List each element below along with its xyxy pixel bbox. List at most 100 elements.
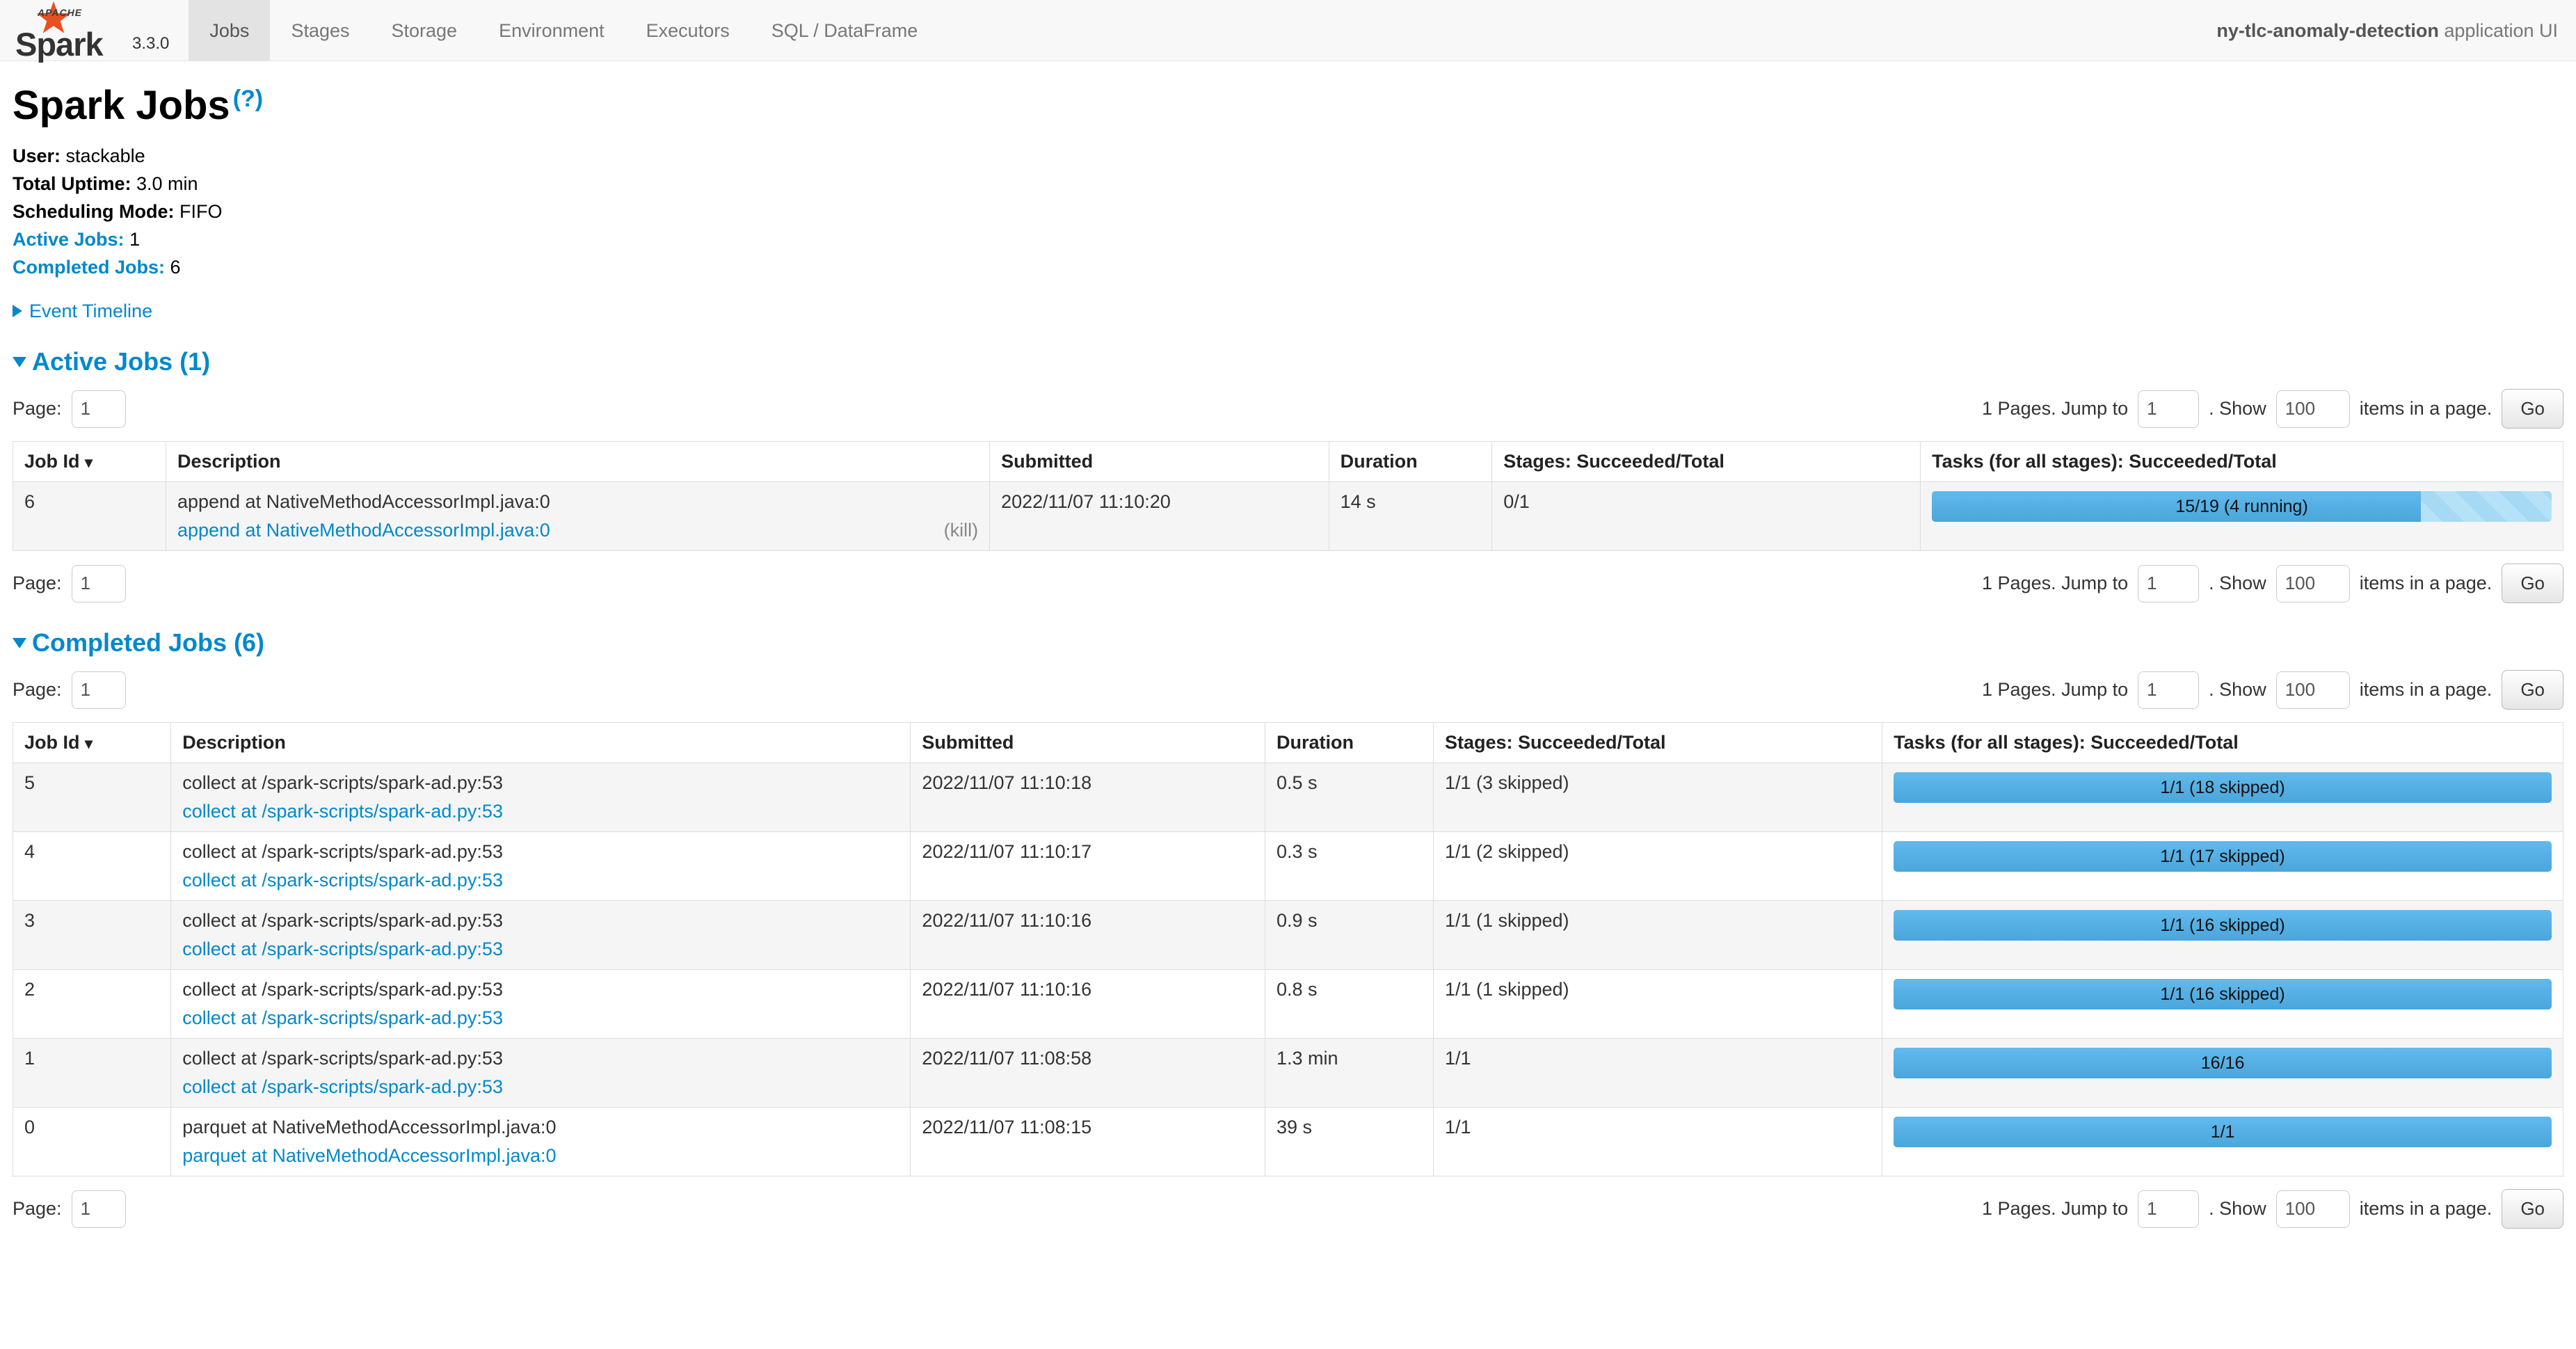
submitted-cell: 2022/11/07 11:08:58 (911, 1039, 1265, 1108)
tasks-progress-bar: 1/1 (18 skipped) (1894, 772, 2552, 803)
go-button[interactable]: Go (2502, 1189, 2563, 1229)
table-row: 6 append at NativeMethodAccessorImpl.jav… (13, 482, 2563, 551)
job-detail-link[interactable]: collect at /spark-scripts/spark-ad.py:53 (182, 1076, 503, 1098)
duration-cell: 0.9 s (1265, 901, 1433, 970)
job-detail-link[interactable]: append at NativeMethodAccessorImpl.java:… (177, 520, 550, 541)
job-detail-link[interactable]: collect at /spark-scripts/spark-ad.py:53 (182, 939, 503, 960)
job-description: collect at /spark-scripts/spark-ad.py:53 (182, 1048, 899, 1069)
tasks-progress-bar: 1/1 (16 skipped) (1894, 910, 2552, 941)
job-id-cell: 5 (13, 763, 171, 832)
tab-environment[interactable]: Environment (478, 0, 625, 61)
page-number-input[interactable] (72, 565, 126, 602)
uptime-value: 3.0 min (136, 173, 198, 194)
jump-to-page-input[interactable] (2138, 671, 2199, 709)
go-button[interactable]: Go (2502, 670, 2563, 710)
job-description: collect at /spark-scripts/spark-ad.py:53 (182, 841, 899, 863)
tasks-cell: 1/1 (18 skipped) (1882, 763, 2563, 832)
active-jobs-header[interactable]: Active Jobs (1) (13, 347, 2563, 376)
jump-to-page-input[interactable] (2138, 565, 2199, 602)
col-stages[interactable]: Stages: Succeeded/Total (1433, 723, 1882, 763)
table-row: 3 collect at /spark-scripts/spark-ad.py:… (13, 901, 2563, 970)
kill-link[interactable]: (kill) (944, 520, 978, 541)
table-row: 2 collect at /spark-scripts/spark-ad.py:… (13, 970, 2563, 1039)
event-timeline-label: Event Timeline (29, 301, 152, 321)
tab-executors[interactable]: Executors (625, 0, 751, 61)
tab-storage[interactable]: Storage (371, 0, 479, 61)
nav-tabs: Jobs Stages Storage Environment Executor… (189, 0, 938, 61)
page-number-input[interactable] (72, 1190, 126, 1228)
job-detail-link[interactable]: collect at /spark-scripts/spark-ad.py:53 (182, 801, 503, 822)
submitted-cell: 2022/11/07 11:10:17 (911, 832, 1265, 901)
col-job-id[interactable]: Job Id ▾ (13, 723, 171, 763)
job-id-cell: 3 (13, 901, 171, 970)
jump-to-page-input[interactable] (2138, 1190, 2199, 1228)
completed-jobs-header[interactable]: Completed Jobs (6) (13, 628, 2563, 657)
duration-cell: 0.5 s (1265, 763, 1433, 832)
completed-jobs-link[interactable]: Completed Jobs: (13, 257, 165, 278)
col-tasks[interactable]: Tasks (for all stages): Succeeded/Total (1921, 442, 2563, 482)
show-text: . Show (2209, 398, 2266, 420)
apache-label: APACHE (38, 7, 82, 18)
page-number-input[interactable] (72, 671, 126, 709)
page-number-input[interactable] (72, 390, 126, 428)
tab-sql-dataframe[interactable]: SQL / DataFrame (751, 0, 939, 61)
items-per-page-input[interactable] (2276, 1190, 2350, 1228)
tasks-cell: 16/16 (1882, 1039, 2563, 1108)
items-per-page-input[interactable] (2276, 390, 2350, 428)
job-description: append at NativeMethodAccessorImpl.java:… (177, 491, 978, 513)
active-jobs-link[interactable]: Active Jobs: (13, 229, 125, 250)
tasks-progress-bar: 15/19 (4 running) (1932, 491, 2552, 522)
progress-label: 1/1 (1894, 1117, 2552, 1147)
items-per-page-input[interactable] (2276, 671, 2350, 709)
job-id-cell: 4 (13, 832, 171, 901)
stages-cell: 1/1 (3 skipped) (1433, 763, 1882, 832)
table-header-row: Job Id ▾ Description Submitted Duration … (13, 442, 2563, 482)
col-submitted[interactable]: Submitted (911, 723, 1265, 763)
stages-cell: 1/1 (2 skipped) (1433, 832, 1882, 901)
tasks-progress-bar: 1/1 (1894, 1117, 2552, 1147)
job-detail-link[interactable]: collect at /spark-scripts/spark-ad.py:53 (182, 1007, 503, 1029)
col-description[interactable]: Description (171, 723, 911, 763)
jump-to-page-input[interactable] (2138, 390, 2199, 428)
progress-label: 16/16 (1894, 1048, 2552, 1078)
active-jobs-count: 1 (129, 229, 140, 250)
application-name: ny-tlc-anomaly-detection application UI (2216, 0, 2576, 61)
stages-cell: 1/1 (1 skipped) (1433, 970, 1882, 1039)
user-label: User: (13, 145, 61, 166)
page-label: Page: (13, 679, 62, 701)
description-cell: collect at /spark-scripts/spark-ad.py:53… (171, 763, 911, 832)
job-detail-link[interactable]: collect at /spark-scripts/spark-ad.py:53 (182, 870, 503, 891)
col-duration[interactable]: Duration (1265, 723, 1433, 763)
progress-label: 1/1 (18 skipped) (1894, 772, 2552, 803)
items-text: items in a page. (2360, 1198, 2493, 1220)
go-button[interactable]: Go (2502, 389, 2563, 429)
spark-logo[interactable]: APACHE Spark (14, 0, 132, 61)
col-stages[interactable]: Stages: Succeeded/Total (1492, 442, 1921, 482)
user-row: User: stackable (13, 145, 2563, 167)
help-link[interactable]: (?) (233, 86, 263, 112)
col-job-id[interactable]: Job Id ▾ (13, 442, 166, 482)
col-description[interactable]: Description (166, 442, 989, 482)
items-per-page-input[interactable] (2276, 565, 2350, 602)
sort-desc-icon: ▾ (85, 454, 93, 471)
tab-jobs[interactable]: Jobs (189, 0, 270, 61)
go-button[interactable]: Go (2502, 564, 2563, 603)
scheduling-mode-row: Scheduling Mode: FIFO (13, 201, 2563, 223)
duration-cell: 1.3 min (1265, 1039, 1433, 1108)
items-text: items in a page. (2360, 679, 2493, 701)
tab-stages[interactable]: Stages (270, 0, 370, 61)
col-submitted[interactable]: Submitted (990, 442, 1329, 482)
user-value: stackable (66, 145, 145, 166)
progress-label: 15/19 (4 running) (1932, 491, 2552, 522)
job-description: collect at /spark-scripts/spark-ad.py:53 (182, 772, 899, 794)
col-tasks[interactable]: Tasks (for all stages): Succeeded/Total (1882, 723, 2563, 763)
event-timeline-toggle[interactable]: Event Timeline (13, 301, 2563, 322)
active-jobs-table: Job Id ▾ Description Submitted Duration … (13, 441, 2563, 551)
job-detail-link[interactable]: parquet at NativeMethodAccessorImpl.java… (182, 1145, 556, 1167)
show-text: . Show (2209, 573, 2266, 594)
collapse-arrow-icon (13, 357, 26, 367)
table-row: 0 parquet at NativeMethodAccessorImpl.ja… (13, 1108, 2563, 1176)
completed-jobs-row: Completed Jobs: 6 (13, 257, 2563, 278)
col-duration[interactable]: Duration (1329, 442, 1492, 482)
pagination-bar: Page: 1 Pages. Jump to . Show items in a… (13, 1189, 2563, 1229)
